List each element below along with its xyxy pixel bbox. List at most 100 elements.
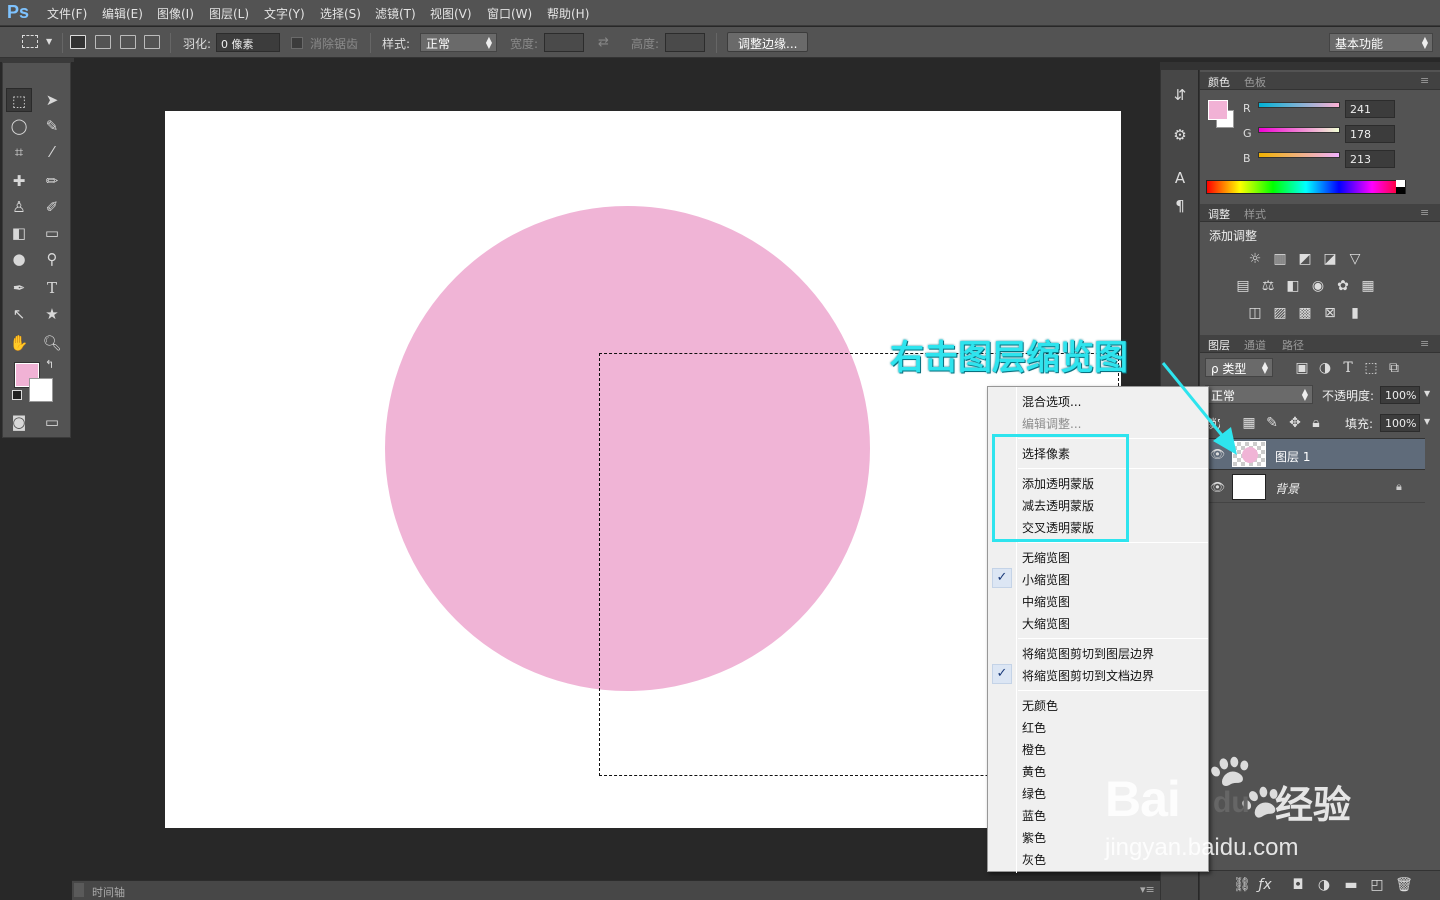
fx-icon[interactable]: ƒx: [1255, 876, 1275, 894]
antialias-checkbox[interactable]: [291, 37, 303, 49]
color-lookup-icon[interactable]: ▦: [1358, 277, 1378, 295]
timeline-tab[interactable]: 时间轴: [92, 884, 125, 900]
menu-medium-thumbnail[interactable]: 中缩览图: [1022, 593, 1070, 610]
lock-image-icon[interactable]: ✎: [1262, 414, 1282, 432]
feather-input[interactable]: 0 像素: [216, 33, 280, 52]
menu-large-thumbnail[interactable]: 大缩览图: [1022, 615, 1070, 632]
chevron-down-icon[interactable]: ▼: [1424, 389, 1430, 398]
swap-colors-icon[interactable]: ↰: [45, 358, 54, 371]
opacity-value[interactable]: 100%: [1380, 386, 1420, 404]
filter-smart-icon[interactable]: ⧉: [1384, 359, 1404, 377]
trash-icon[interactable]: 🗑︎: [1394, 876, 1414, 894]
threshold-icon[interactable]: ▩: [1295, 304, 1315, 322]
lock-position-icon[interactable]: ✥: [1285, 414, 1305, 432]
menu-small-thumbnail[interactable]: 小缩览图: [1022, 571, 1070, 588]
healing-brush-tool-icon[interactable]: ✚: [6, 169, 32, 193]
g-value[interactable]: 178: [1345, 125, 1395, 143]
history-panel-icon[interactable]: ⇵: [1169, 84, 1191, 106]
menu-help[interactable]: 帮助(H): [547, 5, 589, 22]
tab-color[interactable]: 颜色: [1208, 74, 1230, 90]
menu-color-green[interactable]: 绿色: [1022, 785, 1046, 802]
history-brush-tool-icon[interactable]: ✐: [39, 195, 65, 219]
menu-no-thumbnail[interactable]: 无缩览图: [1022, 549, 1070, 566]
eyedropper-tool-icon[interactable]: ⁄: [39, 140, 65, 164]
channel-mixer-icon[interactable]: ✿: [1333, 277, 1353, 295]
layer-name[interactable]: 背景: [1275, 480, 1299, 497]
menu-file[interactable]: 文件(F): [47, 5, 87, 22]
tab-channels[interactable]: 通道: [1244, 337, 1266, 353]
zoom-tool-icon[interactable]: 🔍︎: [39, 331, 65, 355]
filter-type-icon[interactable]: T: [1338, 359, 1358, 377]
menu-image[interactable]: 图像(I): [157, 5, 194, 22]
quick-mask-icon[interactable]: ◙: [6, 410, 32, 434]
paragraph-panel-icon[interactable]: ¶: [1169, 195, 1191, 217]
type-tool-icon[interactable]: T: [39, 276, 65, 300]
properties-panel-icon[interactable]: ⚙: [1169, 124, 1191, 146]
tab-swatches[interactable]: 色板: [1244, 74, 1266, 90]
menu-clip-to-layer-bounds[interactable]: 将缩览图剪切到图层边界: [1022, 645, 1154, 662]
invert-icon[interactable]: ◫: [1245, 304, 1265, 322]
brush-tool-icon[interactable]: ✏: [39, 169, 65, 193]
tab-adjustments[interactable]: 调整: [1208, 206, 1230, 222]
character-panel-icon[interactable]: A: [1169, 167, 1191, 189]
b-value[interactable]: 213: [1345, 150, 1395, 168]
white-chip[interactable]: [1396, 180, 1405, 187]
menu-blending-options[interactable]: 混合选项...: [1022, 393, 1081, 410]
g-slider[interactable]: [1258, 127, 1340, 133]
panel-menu-icon[interactable]: ≡: [1420, 206, 1429, 219]
r-value[interactable]: 241: [1345, 100, 1395, 118]
brightness-icon[interactable]: ☼: [1245, 250, 1265, 268]
new-group-icon[interactable]: ▬: [1341, 876, 1361, 894]
dodge-tool-icon[interactable]: ⚲: [39, 247, 65, 271]
tab-paths[interactable]: 路径: [1282, 337, 1304, 353]
panel-menu-icon[interactable]: ≡: [1420, 74, 1429, 87]
hue-saturation-icon[interactable]: ▤: [1233, 277, 1253, 295]
chevron-down-icon[interactable]: ▼: [46, 37, 52, 46]
photo-filter-icon[interactable]: ◉: [1308, 277, 1328, 295]
menu-color-red[interactable]: 红色: [1022, 719, 1046, 736]
filter-adjust-icon[interactable]: ◑: [1315, 359, 1335, 377]
layer-name[interactable]: 图层 1: [1275, 448, 1310, 465]
marquee-tool-preset-icon[interactable]: [22, 35, 38, 48]
black-chip[interactable]: [1396, 187, 1405, 194]
screen-mode-icon[interactable]: ▭: [39, 410, 65, 434]
color-spectrum-bar[interactable]: [1206, 180, 1406, 194]
menu-edit[interactable]: 编辑(E): [102, 5, 143, 22]
swap-dimensions-icon[interactable]: ⇄: [598, 35, 609, 50]
panel-menu-icon[interactable]: ▾≡: [1140, 883, 1155, 896]
shape-tool-icon[interactable]: ★: [39, 302, 65, 326]
posterize-icon[interactable]: ▨: [1270, 304, 1290, 322]
link-icon[interactable]: ⛓: [1232, 876, 1252, 894]
eraser-tool-icon[interactable]: ◧: [6, 221, 32, 245]
filter-shape-icon[interactable]: ⬚: [1361, 359, 1381, 377]
menu-color-gray[interactable]: 灰色: [1022, 851, 1046, 868]
gradient-tool-icon[interactable]: ▭: [39, 221, 65, 245]
move-tool-icon[interactable]: ➤: [39, 88, 65, 112]
background-thumbnail[interactable]: [1232, 474, 1266, 500]
hand-tool-icon[interactable]: ✋: [6, 331, 32, 355]
menu-color-orange[interactable]: 橙色: [1022, 741, 1046, 758]
add-mask-icon[interactable]: ◘: [1288, 876, 1308, 894]
rect-marquee-tool-icon[interactable]: ⬚: [6, 88, 32, 112]
menu-filter[interactable]: 滤镜(T): [375, 5, 416, 22]
workspace-select[interactable]: 基本功能 ▲ ▼: [1329, 33, 1433, 52]
tab-styles[interactable]: 样式: [1244, 206, 1266, 222]
subtract-selection-icon[interactable]: [120, 35, 136, 49]
blur-tool-icon[interactable]: ●: [6, 247, 32, 271]
lasso-tool-icon[interactable]: ◯: [6, 114, 32, 138]
curves-icon[interactable]: ◩: [1295, 250, 1315, 268]
panel-menu-icon[interactable]: ≡: [1420, 337, 1429, 350]
width-input[interactable]: [544, 33, 584, 52]
default-colors-icon[interactable]: [12, 390, 22, 400]
tab-layers[interactable]: 图层: [1208, 337, 1230, 353]
color-balance-icon[interactable]: ⚖: [1258, 277, 1278, 295]
menu-color-none[interactable]: 无颜色: [1022, 697, 1058, 714]
menu-layer[interactable]: 图层(L): [209, 5, 249, 22]
path-select-tool-icon[interactable]: ↖: [6, 302, 32, 326]
background-color-swatch[interactable]: [29, 378, 53, 402]
menu-select[interactable]: 选择(S): [320, 5, 361, 22]
intersect-selection-icon[interactable]: [144, 35, 160, 49]
gradient-map-icon[interactable]: ▮: [1345, 304, 1365, 322]
menu-window[interactable]: 窗口(W): [487, 5, 532, 22]
b-slider[interactable]: [1258, 152, 1340, 158]
